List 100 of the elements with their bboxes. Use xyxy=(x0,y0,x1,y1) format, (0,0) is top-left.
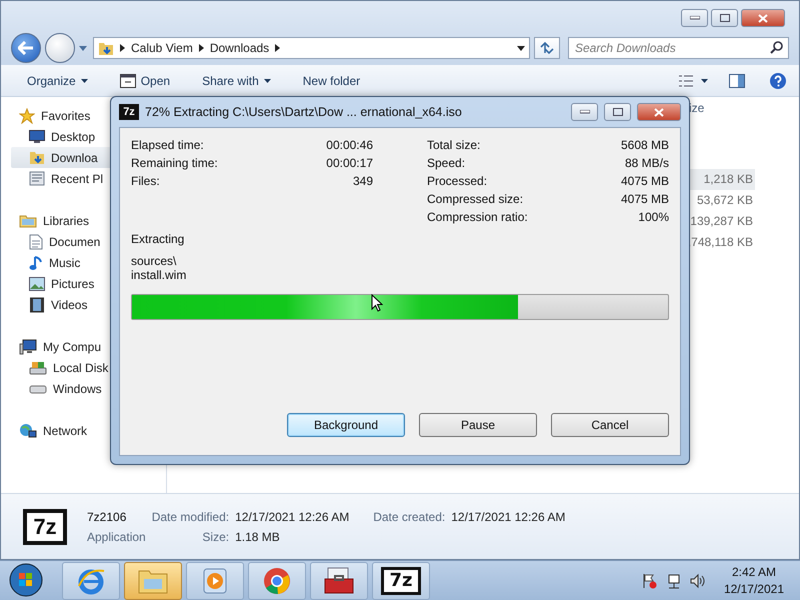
help-icon xyxy=(769,72,787,90)
sidebar-item[interactable]: Videos xyxy=(11,294,166,315)
music-note-icon xyxy=(29,254,43,270)
stat-value: 4075 MB xyxy=(620,192,669,206)
stat-label: Total size: xyxy=(427,138,482,152)
dialog-title: 72% Extracting C:\Users\Dartz\Dow ... ernational_x64.iso xyxy=(145,105,463,119)
dropdown-arrow-icon xyxy=(517,46,525,50)
sidebar-item[interactable]: My Compu xyxy=(11,336,166,357)
new-folder-button[interactable]: New folder xyxy=(294,70,368,90)
network-icon xyxy=(666,572,682,588)
maximize-icon xyxy=(720,14,730,22)
dialog-button[interactable]: Cancel xyxy=(551,413,669,437)
monitor-icon xyxy=(29,130,45,144)
stat-value: 4075 MB xyxy=(620,174,669,188)
clock[interactable]: 2:42 AM 12/17/2021 xyxy=(724,565,784,596)
document-icon xyxy=(29,234,43,250)
back-button[interactable] xyxy=(11,33,41,63)
breadcrumb[interactable]: Calub Viem xyxy=(131,41,193,55)
sidebar-item[interactable]: Network xyxy=(11,420,166,441)
detail-value: 1.18 MB xyxy=(235,530,281,544)
stat-label: Processed: xyxy=(427,174,488,188)
open-button[interactable]: Open xyxy=(112,70,178,90)
close-icon xyxy=(654,108,664,116)
status-text: Extracting xyxy=(131,232,184,246)
chevron-right-icon xyxy=(120,44,125,52)
recent-places-icon xyxy=(29,171,45,186)
breadcrumb[interactable]: Downloads xyxy=(210,41,270,55)
chevron-right-icon xyxy=(275,44,280,52)
caret-icon xyxy=(264,78,271,82)
file-size-cell-text: 53,672 KB xyxy=(696,192,754,209)
app-logo: 7z xyxy=(381,566,421,594)
close-button[interactable] xyxy=(741,9,785,27)
detail-label: Size: xyxy=(201,530,230,544)
refresh-button[interactable] xyxy=(534,37,560,59)
detail-label: Date modified: xyxy=(152,510,230,524)
toolbox-icon xyxy=(323,566,355,596)
play-icon xyxy=(202,566,228,594)
taskbar-app-button[interactable]: 7z xyxy=(372,562,430,600)
mouse-cursor-icon xyxy=(371,294,383,312)
flag-icon xyxy=(642,572,658,588)
view-list-icon xyxy=(679,74,709,86)
address-bar[interactable]: Calub Viem Downloads xyxy=(93,37,530,59)
app-icon: 7z xyxy=(119,104,139,120)
chevron-right-icon xyxy=(198,44,204,52)
maximize-button[interactable] xyxy=(711,9,738,27)
caret-icon xyxy=(80,78,88,82)
volume-icon xyxy=(690,572,706,588)
sidebar-item[interactable]: Libraries xyxy=(11,210,166,231)
computer-icon xyxy=(19,338,37,354)
star-icon xyxy=(19,108,35,124)
close-icon xyxy=(758,14,768,22)
window-icon xyxy=(120,74,136,88)
folder-icon xyxy=(98,40,114,56)
picture-icon xyxy=(29,276,45,290)
stat-value: 5608 MB xyxy=(620,138,669,152)
share-with-menu[interactable]: Share with xyxy=(194,70,279,90)
sidebar-item[interactable]: Local Disk xyxy=(11,357,166,378)
file-size-cell: 1,218 KB xyxy=(689,169,755,190)
stat-label: Compression ratio: xyxy=(427,210,529,224)
folder-icon xyxy=(29,150,45,165)
minimize-button[interactable] xyxy=(681,9,708,27)
dropdown-arrow-icon xyxy=(79,46,87,50)
stat-label: Compressed size: xyxy=(427,192,524,206)
detail-value: 12/17/2021 12:26 AM xyxy=(451,510,566,524)
stat-value: 88 MB/s xyxy=(624,156,669,170)
file-path: sources\ xyxy=(131,254,176,268)
detail-value: 12/17/2021 12:26 AM xyxy=(235,510,350,524)
stat-value: 00:00:46 xyxy=(326,138,373,152)
maximize-icon xyxy=(612,108,622,116)
minimize-button[interactable] xyxy=(571,103,598,121)
close-button[interactable] xyxy=(637,103,681,121)
taskbar-app-button[interactable] xyxy=(310,562,368,600)
drive-icon xyxy=(29,382,47,394)
sidebar-item[interactable]: Windows xyxy=(11,378,166,399)
chrome-logo-icon xyxy=(262,566,292,596)
film-icon xyxy=(29,296,45,312)
library-icon xyxy=(19,213,37,228)
windows-logo-icon xyxy=(7,562,45,598)
minimize-icon xyxy=(690,16,700,20)
stat-value: 100% xyxy=(637,210,669,224)
file-type: Application xyxy=(87,530,146,544)
preview-pane-icon xyxy=(729,74,745,88)
dialog-button[interactable]: Background xyxy=(287,413,405,437)
forward-button[interactable] xyxy=(45,33,75,63)
refresh-icon xyxy=(539,41,555,55)
search-icon xyxy=(770,41,783,54)
organize-menu[interactable]: Organize xyxy=(19,70,96,90)
column-header[interactable]: ize xyxy=(689,97,755,125)
stat-label: Files: xyxy=(131,174,161,188)
file-icon: 7z xyxy=(23,508,67,544)
file-size-cell-text: 139,287 KB xyxy=(689,213,754,230)
file-path: install.wim xyxy=(131,268,186,282)
dialog-button[interactable]: Pause xyxy=(419,413,537,437)
back-arrow-icon xyxy=(18,41,34,55)
stat-value: 349 xyxy=(352,174,373,188)
search-field[interactable]: Search Downloads xyxy=(568,37,789,59)
disk-drive-icon xyxy=(29,360,47,376)
maximize-button[interactable] xyxy=(604,103,631,121)
stat-label: Speed: xyxy=(427,156,466,170)
network-icon xyxy=(19,422,37,438)
